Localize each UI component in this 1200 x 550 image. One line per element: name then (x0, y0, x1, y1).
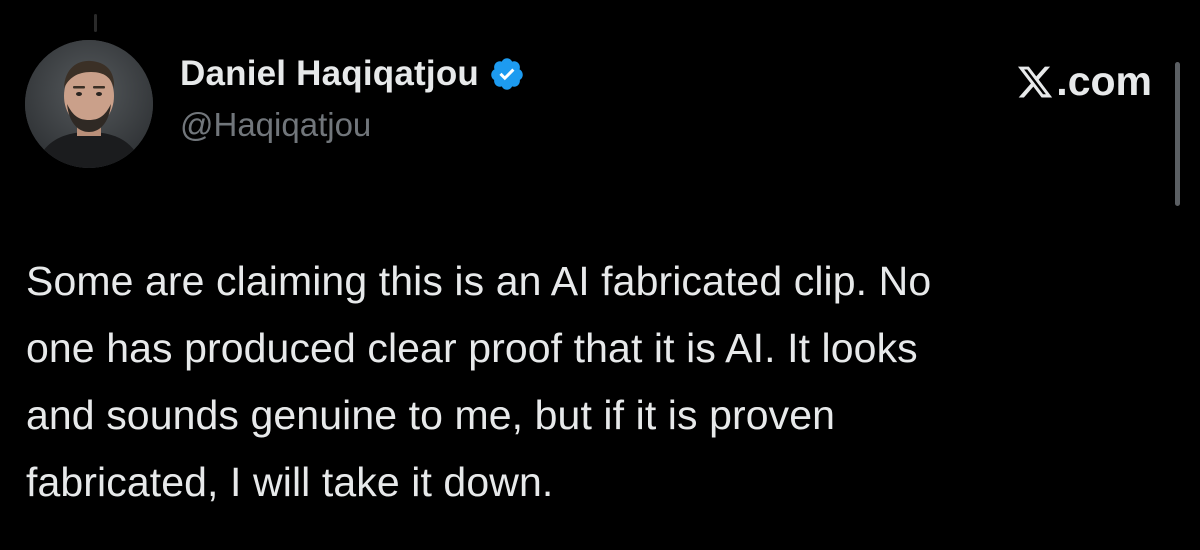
tweet-header: Daniel Haqiqatjou @Haqiqatjou (180, 52, 525, 144)
author-display-name[interactable]: Daniel Haqiqatjou (180, 54, 479, 94)
verified-badge-icon (489, 56, 525, 92)
avatar-portrait-icon (25, 40, 153, 168)
scrollbar[interactable] (1175, 62, 1180, 206)
x-logo-icon (1016, 63, 1054, 101)
divider-tick (94, 14, 97, 32)
x-com-brand: .com (1016, 58, 1152, 105)
name-row: Daniel Haqiqatjou (180, 52, 525, 96)
avatar[interactable] (25, 40, 153, 168)
brand-label: .com (1056, 58, 1152, 104)
tweet-text: Some are claiming this is an AI fabricat… (26, 258, 932, 505)
author-handle[interactable]: @Haqiqatjou (180, 106, 525, 144)
tweet-card: Daniel Haqiqatjou @Haqiqatjou .com Some … (0, 0, 1200, 550)
